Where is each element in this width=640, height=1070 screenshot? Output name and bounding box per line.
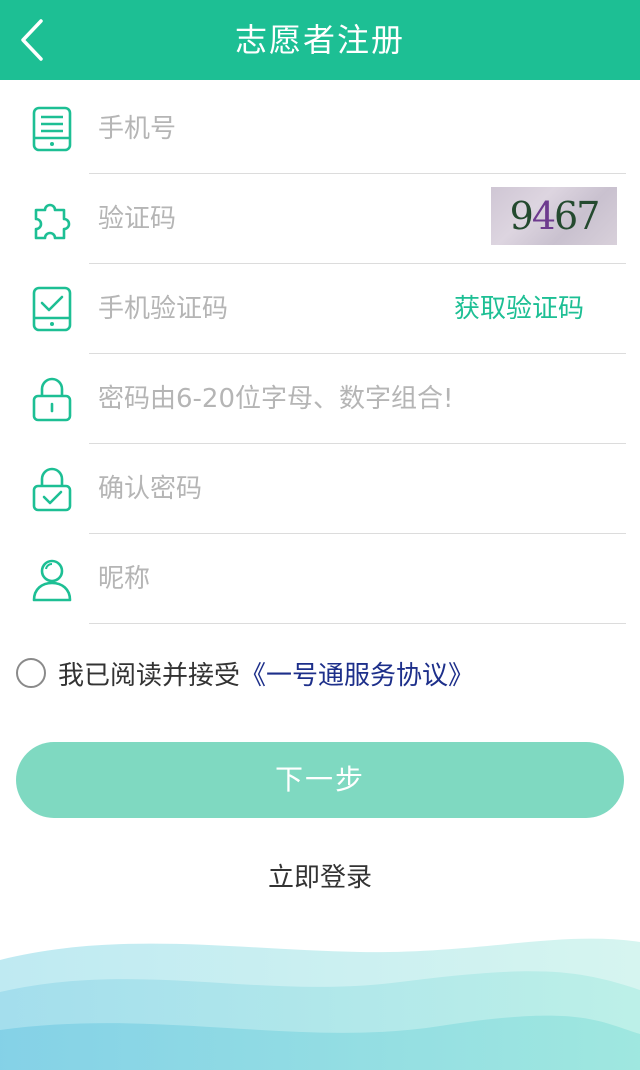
captcha-image[interactable]: 9467 bbox=[491, 187, 617, 245]
confirm-password-row bbox=[0, 444, 640, 534]
sms-code-input[interactable] bbox=[98, 284, 438, 334]
next-step-button[interactable]: 下一步 bbox=[16, 742, 624, 818]
divider bbox=[89, 623, 626, 624]
header-bar: 志愿者注册 bbox=[0, 0, 640, 80]
password-row bbox=[0, 354, 640, 444]
phone-check-icon bbox=[32, 286, 72, 332]
password-input[interactable] bbox=[98, 374, 618, 424]
nickname-input[interactable] bbox=[98, 554, 618, 604]
user-icon bbox=[32, 559, 72, 602]
lock-check-icon bbox=[32, 467, 72, 512]
confirm-password-input[interactable] bbox=[98, 464, 618, 514]
lock-icon bbox=[32, 377, 72, 422]
back-button[interactable] bbox=[10, 14, 54, 66]
captcha-text: 9467 bbox=[509, 194, 601, 238]
captcha-row: 9467 bbox=[0, 174, 640, 264]
phone-row bbox=[0, 84, 640, 174]
page-title: 志愿者注册 bbox=[234, 21, 405, 59]
puzzle-icon bbox=[34, 203, 71, 240]
agreement-text: 我已阅读并接受 bbox=[58, 660, 241, 691]
captcha-input[interactable] bbox=[98, 194, 438, 244]
agreement-link[interactable]: 《一号通服务协议》 bbox=[240, 655, 474, 692]
phone-input[interactable] bbox=[98, 104, 618, 154]
chevron-left-icon bbox=[21, 19, 43, 61]
wave-decoration bbox=[0, 938, 640, 1070]
login-link[interactable]: 立即登录 bbox=[0, 856, 640, 900]
sms-code-row: 获取验证码 bbox=[0, 264, 640, 354]
agreement-row: 我已阅读并接受 《一号通服务协议》 bbox=[16, 654, 474, 692]
nickname-row bbox=[0, 534, 640, 624]
agreement-checkbox[interactable] bbox=[16, 658, 46, 688]
get-code-button[interactable]: 获取验证码 bbox=[454, 284, 584, 334]
phone-list-icon bbox=[32, 106, 72, 152]
